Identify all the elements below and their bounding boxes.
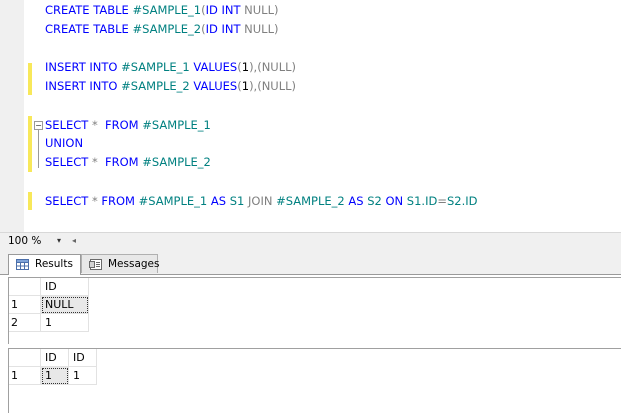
corner-header[interactable] <box>9 278 41 296</box>
grid-cell[interactable]: 1 <box>41 314 89 332</box>
row-number[interactable]: 1 <box>9 296 41 314</box>
ssms-window: − CREATE TABLE #SAMPLE_1(ID INT NULL) CR… <box>0 0 621 413</box>
change-marker <box>28 116 32 172</box>
change-marker <box>28 63 32 95</box>
column-header[interactable]: ID <box>69 349 97 367</box>
editor-gutter <box>0 0 24 232</box>
code-token: #SAMPLE_1 <box>132 3 202 17</box>
code-token: SELECT <box>45 118 92 132</box>
code-token: S1.ID <box>406 194 438 208</box>
code-token: FROM <box>101 118 143 132</box>
code-line[interactable]: CREATE TABLE #SAMPLE_2(ID INT NULL) <box>45 22 278 36</box>
row-number[interactable]: 1 <box>9 367 41 385</box>
code-token: * <box>91 118 102 132</box>
code-token: SELECT <box>45 194 92 208</box>
code-token: FROM <box>101 155 143 169</box>
row-number[interactable]: 2 <box>9 314 41 332</box>
code-line[interactable]: INSERT INTO #SAMPLE_1 VALUES(1),(NULL) <box>45 60 296 74</box>
code-line[interactable]: SELECT * FROM #SAMPLE_2 <box>45 155 211 169</box>
code-token: CREATE TABLE <box>45 22 133 36</box>
code-token: S2 <box>367 194 386 208</box>
column-header[interactable]: ID <box>41 349 69 367</box>
code-token: CREATE TABLE <box>45 3 133 17</box>
code-token: INSERT INTO <box>45 79 122 93</box>
code-token: FROM <box>101 194 139 208</box>
code-token: ),(NULL) <box>249 79 297 93</box>
code-token: NULL) <box>244 3 279 17</box>
code-token: S2.ID <box>446 194 478 208</box>
grid-cell[interactable]: NULL <box>41 296 89 314</box>
code-token: ID INT <box>205 22 245 36</box>
scroll-left-icon[interactable]: ◂ <box>72 234 76 248</box>
code-token: #SAMPLE_1 <box>142 118 211 132</box>
code-token: 1 <box>241 79 250 93</box>
code-token: 1 <box>241 60 250 74</box>
code-token: #SAMPLE_1 <box>138 194 211 208</box>
code-line[interactable]: SELECT * FROM #SAMPLE_1 AS S1 JOIN #SAMP… <box>45 194 478 208</box>
code-token: #SAMPLE_1 <box>121 60 194 74</box>
code-token: SELECT <box>45 155 92 169</box>
change-marker <box>28 192 32 210</box>
tab-results-label: Results <box>35 258 73 270</box>
tab-messages[interactable]: Messages <box>81 254 160 273</box>
code-token: VALUES <box>193 60 238 74</box>
results-tabstrip: Results Messages <box>0 250 621 275</box>
code-token: NULL) <box>244 22 279 36</box>
tab-results[interactable]: Results <box>8 254 81 275</box>
column-header[interactable]: ID <box>41 278 89 296</box>
code-token: #SAMPLE_2 <box>121 79 194 93</box>
code-token: INSERT INTO <box>45 60 122 74</box>
result-grid-1[interactable]: ID 1 NULL 2 1 <box>8 277 621 344</box>
code-line[interactable]: UNION <box>45 136 83 150</box>
code-token: ),(NULL) <box>249 60 297 74</box>
code-token: VALUES <box>193 79 238 93</box>
tab-messages-label: Messages <box>108 258 160 270</box>
code-token: ID INT <box>205 3 245 17</box>
code-token: AS <box>210 194 230 208</box>
collapse-toggle[interactable]: − <box>34 121 43 130</box>
query-editor[interactable]: − CREATE TABLE #SAMPLE_1(ID INT NULL) CR… <box>0 0 621 232</box>
collapse-guide-line <box>38 130 39 168</box>
results-panel: Results Messages ID 1 NULL 2 1 ID ID 1 1… <box>0 250 621 413</box>
code-line[interactable]: SELECT * FROM #SAMPLE_1 <box>45 118 211 132</box>
chevron-down-icon[interactable]: ▾ <box>57 234 61 248</box>
code-token: UNION <box>45 136 84 150</box>
zoom-bar: 100 % ▾ ◂ <box>0 232 621 250</box>
code-token: AS <box>348 194 368 208</box>
grid-icon <box>16 259 29 270</box>
code-token: S1 <box>229 194 248 208</box>
messages-icon <box>89 259 102 270</box>
code-token: #SAMPLE_2 <box>276 194 349 208</box>
code-token: * <box>91 155 102 169</box>
code-line[interactable]: INSERT INTO #SAMPLE_2 VALUES(1),(NULL) <box>45 79 296 93</box>
code-token: ON <box>385 194 407 208</box>
code-token: #SAMPLE_2 <box>132 22 202 36</box>
corner-header[interactable] <box>9 349 41 367</box>
grid-cell[interactable]: 1 <box>69 367 97 385</box>
code-line[interactable]: CREATE TABLE #SAMPLE_1(ID INT NULL) <box>45 3 278 17</box>
result-grid-2[interactable]: ID ID 1 1 1 <box>8 348 621 413</box>
code-token: = <box>437 194 447 208</box>
code-token: JOIN <box>248 194 277 208</box>
code-token: * <box>91 194 102 208</box>
code-token: #SAMPLE_2 <box>142 155 211 169</box>
grid-cell[interactable]: 1 <box>41 367 69 385</box>
